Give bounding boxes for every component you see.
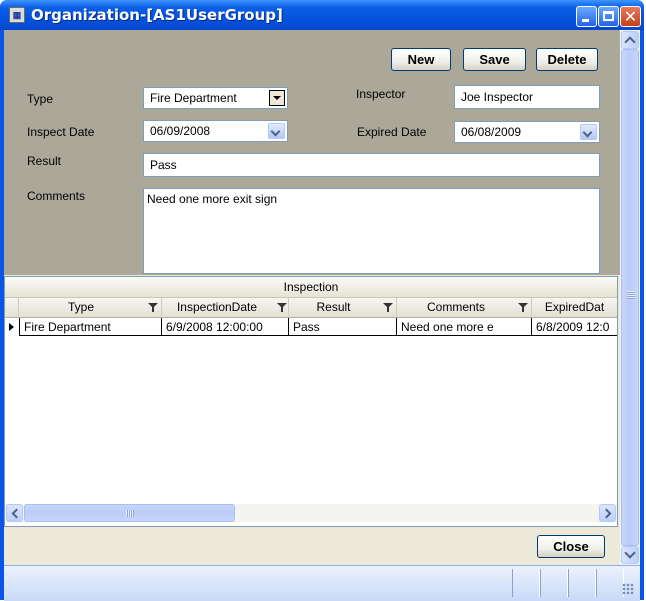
grip-icon xyxy=(627,291,635,299)
scroll-right-button[interactable] xyxy=(599,504,616,522)
expired-date-value: 06/08/2009 xyxy=(461,125,522,139)
column-header-label: Comments xyxy=(426,300,485,314)
expired-date-label: Expired Date xyxy=(357,125,427,139)
title-bar[interactable]: ▦ Organization-[AS1UserGroup] ✕ xyxy=(0,0,644,30)
scroll-down-button[interactable] xyxy=(621,546,639,564)
chevron-up-icon xyxy=(624,36,636,48)
inspection-form: New Save Delete Type Fire Department Ins… xyxy=(4,30,620,275)
minimize-icon xyxy=(582,19,589,22)
chevron-right-icon xyxy=(601,508,612,519)
expired-date-picker[interactable]: 06/08/2009 xyxy=(454,121,600,143)
inspect-date-picker[interactable]: 06/09/2008 xyxy=(143,120,288,142)
status-panel xyxy=(568,569,596,597)
close-icon: ✕ xyxy=(623,7,638,26)
grid-group-title: Inspection xyxy=(5,277,617,298)
status-panel xyxy=(512,569,540,597)
comments-label: Comments xyxy=(27,189,86,203)
type-combo[interactable]: Fire Department xyxy=(143,87,288,109)
table-cell[interactable]: Need one more e xyxy=(397,318,532,336)
chevron-down-icon[interactable] xyxy=(268,123,285,139)
filter-icon[interactable] xyxy=(518,303,528,312)
column-header-label: Type xyxy=(67,300,94,314)
type-value: Fire Department xyxy=(150,91,237,105)
vertical-scroll-thumb[interactable] xyxy=(621,49,639,546)
status-panel xyxy=(540,569,568,597)
window-title: Organization-[AS1UserGroup] xyxy=(31,6,283,24)
type-label: Type xyxy=(27,92,54,106)
table-cell[interactable]: Pass xyxy=(289,318,397,336)
status-bar xyxy=(4,565,640,601)
grip-icon xyxy=(126,510,134,517)
minimize-button[interactable] xyxy=(576,6,597,27)
horizontal-scroll-thumb[interactable] xyxy=(24,504,235,522)
filter-icon[interactable] xyxy=(383,303,393,312)
save-button[interactable]: Save xyxy=(463,48,526,71)
row-selector-header xyxy=(5,298,19,317)
comments-field[interactable]: Need one more exit sign xyxy=(143,188,600,274)
result-field[interactable]: Pass xyxy=(143,153,600,177)
chevron-left-icon xyxy=(11,508,22,519)
result-label: Result xyxy=(27,154,62,168)
table-cell[interactable]: Fire Department xyxy=(19,318,162,336)
delete-button[interactable]: Delete xyxy=(536,48,598,71)
close-window-button[interactable]: ✕ xyxy=(620,6,641,27)
inspect-date-value: 06/09/2008 xyxy=(150,124,211,138)
chevron-down-icon xyxy=(624,547,636,559)
vertical-scrollbar[interactable] xyxy=(620,30,640,565)
chevron-down-icon[interactable] xyxy=(580,124,597,140)
scroll-left-button[interactable] xyxy=(6,504,23,522)
close-button[interactable]: Close xyxy=(537,535,605,558)
scroll-up-button[interactable] xyxy=(621,31,639,49)
column-header-result[interactable]: Result xyxy=(289,298,397,317)
form-icon: ▦ xyxy=(9,7,25,23)
filter-icon[interactable] xyxy=(148,303,158,312)
inspector-label: Inspector xyxy=(356,87,406,101)
maximize-icon xyxy=(603,11,614,21)
new-button[interactable]: New xyxy=(391,48,451,71)
grid-header-row: Type InspectionDate Result Comments Expi… xyxy=(5,298,617,318)
table-cell[interactable]: 6/9/2008 12:00:00 xyxy=(162,318,289,336)
status-panel xyxy=(596,569,624,597)
inspect-date-label: Inspect Date xyxy=(27,125,95,139)
column-header-label: InspectionDate xyxy=(176,300,258,314)
table-cell[interactable]: 6/8/2009 12:0 xyxy=(532,318,617,336)
row-pointer-icon[interactable] xyxy=(5,318,19,336)
column-header-type[interactable]: Type xyxy=(19,298,162,317)
column-header-label: Result xyxy=(316,300,351,314)
column-header-inspectiondate[interactable]: InspectionDate xyxy=(162,298,289,317)
column-header-comments[interactable]: Comments xyxy=(397,298,532,317)
chevron-down-icon[interactable] xyxy=(269,90,285,106)
horizontal-scrollbar[interactable] xyxy=(5,504,617,522)
inspection-grid: Inspection Type InspectionDate Result Co… xyxy=(4,276,618,527)
client-area: New Save Delete Type Fire Department Ins… xyxy=(4,30,640,565)
table-row[interactable]: Fire Department 6/9/2008 12:00:00 Pass N… xyxy=(5,318,617,336)
maximize-button[interactable] xyxy=(598,6,619,27)
filter-icon[interactable] xyxy=(277,303,287,312)
resize-grip-icon[interactable] xyxy=(622,583,634,595)
inspector-field[interactable]: Joe Inspector xyxy=(454,85,600,109)
column-header-label: ExpiredDat xyxy=(544,300,605,314)
column-header-expireddate[interactable]: ExpiredDat xyxy=(532,298,617,317)
